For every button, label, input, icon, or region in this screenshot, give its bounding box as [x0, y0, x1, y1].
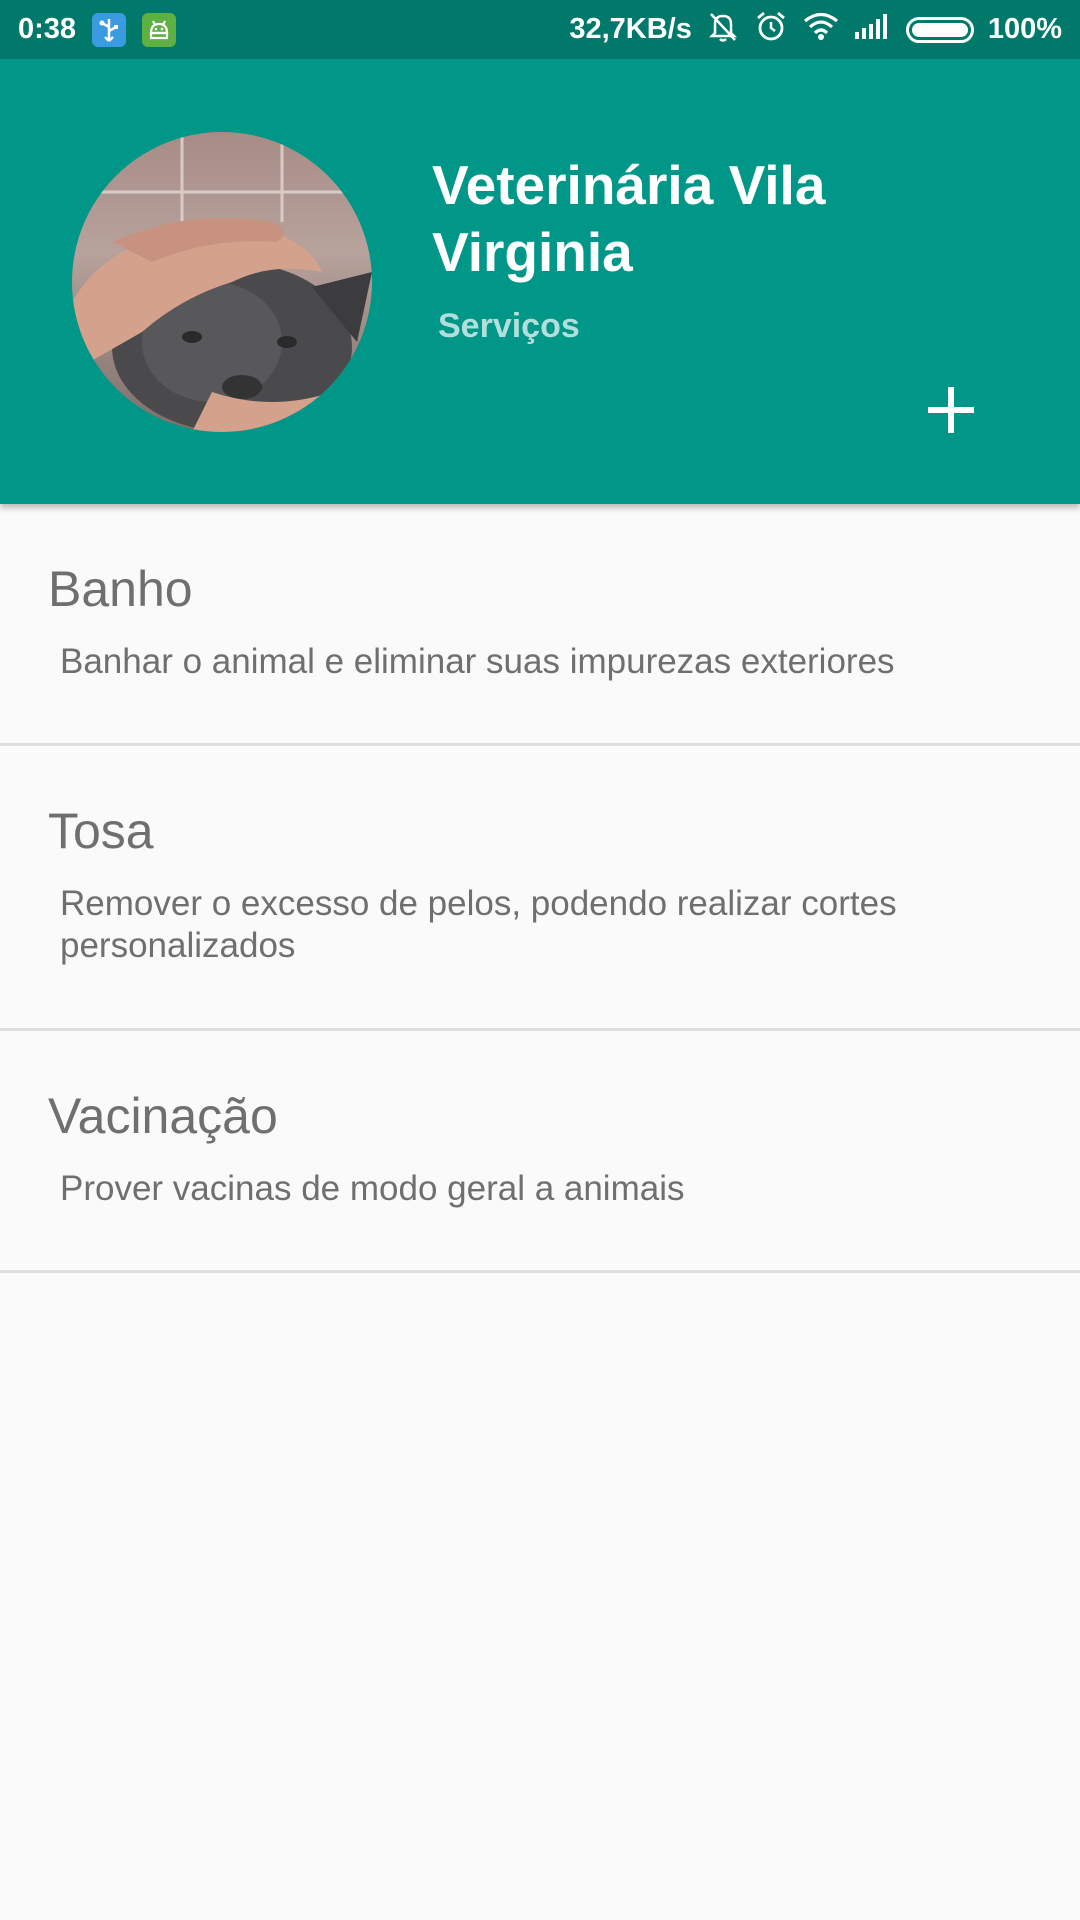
service-description: Banhar o animal e eliminar suas impureza…: [60, 642, 895, 681]
status-right: 32,7KB/s 100%: [555, 9, 1062, 51]
status-bar: 0:38 32,7KB/s 100%: [0, 0, 1080, 59]
page-subtitle: Serviços: [438, 307, 580, 345]
battery-icon: [905, 16, 974, 43]
signal-icon: [854, 12, 892, 48]
usb-icon: [92, 12, 127, 47]
service-title: Tosa: [48, 803, 154, 859]
clinic-title: Veterinária Vila Virginia: [432, 154, 826, 283]
list-item[interactable]: Banho Banhar o animal e eliminar suas im…: [0, 504, 1080, 746]
plus-icon: [928, 387, 974, 433]
service-title: Banho: [48, 561, 193, 617]
service-title: Vacinação: [48, 1088, 278, 1144]
header: Veterinária Vila Virginia Serviços: [0, 59, 1080, 504]
status-left: 0:38: [18, 12, 192, 47]
android-icon: [142, 12, 177, 47]
clock: 0:38: [18, 13, 77, 45]
wifi-icon: [802, 11, 840, 49]
service-description: Remover o excesso de pelos, podendo real…: [60, 884, 897, 965]
service-description: Prover vacinas de modo geral a animais: [60, 1169, 685, 1208]
network-speed: 32,7KB/s: [569, 13, 692, 45]
list-item[interactable]: Tosa Remover o excesso de pelos, podendo…: [0, 746, 1080, 1031]
battery-percent: 100%: [987, 13, 1062, 45]
add-service-button[interactable]: [918, 377, 984, 443]
list-item[interactable]: Vacinação Prover vacinas de modo geral a…: [0, 1031, 1080, 1273]
alarm-icon: [754, 9, 788, 51]
services-list: Banho Banhar o animal e eliminar suas im…: [0, 504, 1080, 1273]
avatar[interactable]: [72, 132, 372, 432]
mute-icon: [706, 9, 740, 51]
